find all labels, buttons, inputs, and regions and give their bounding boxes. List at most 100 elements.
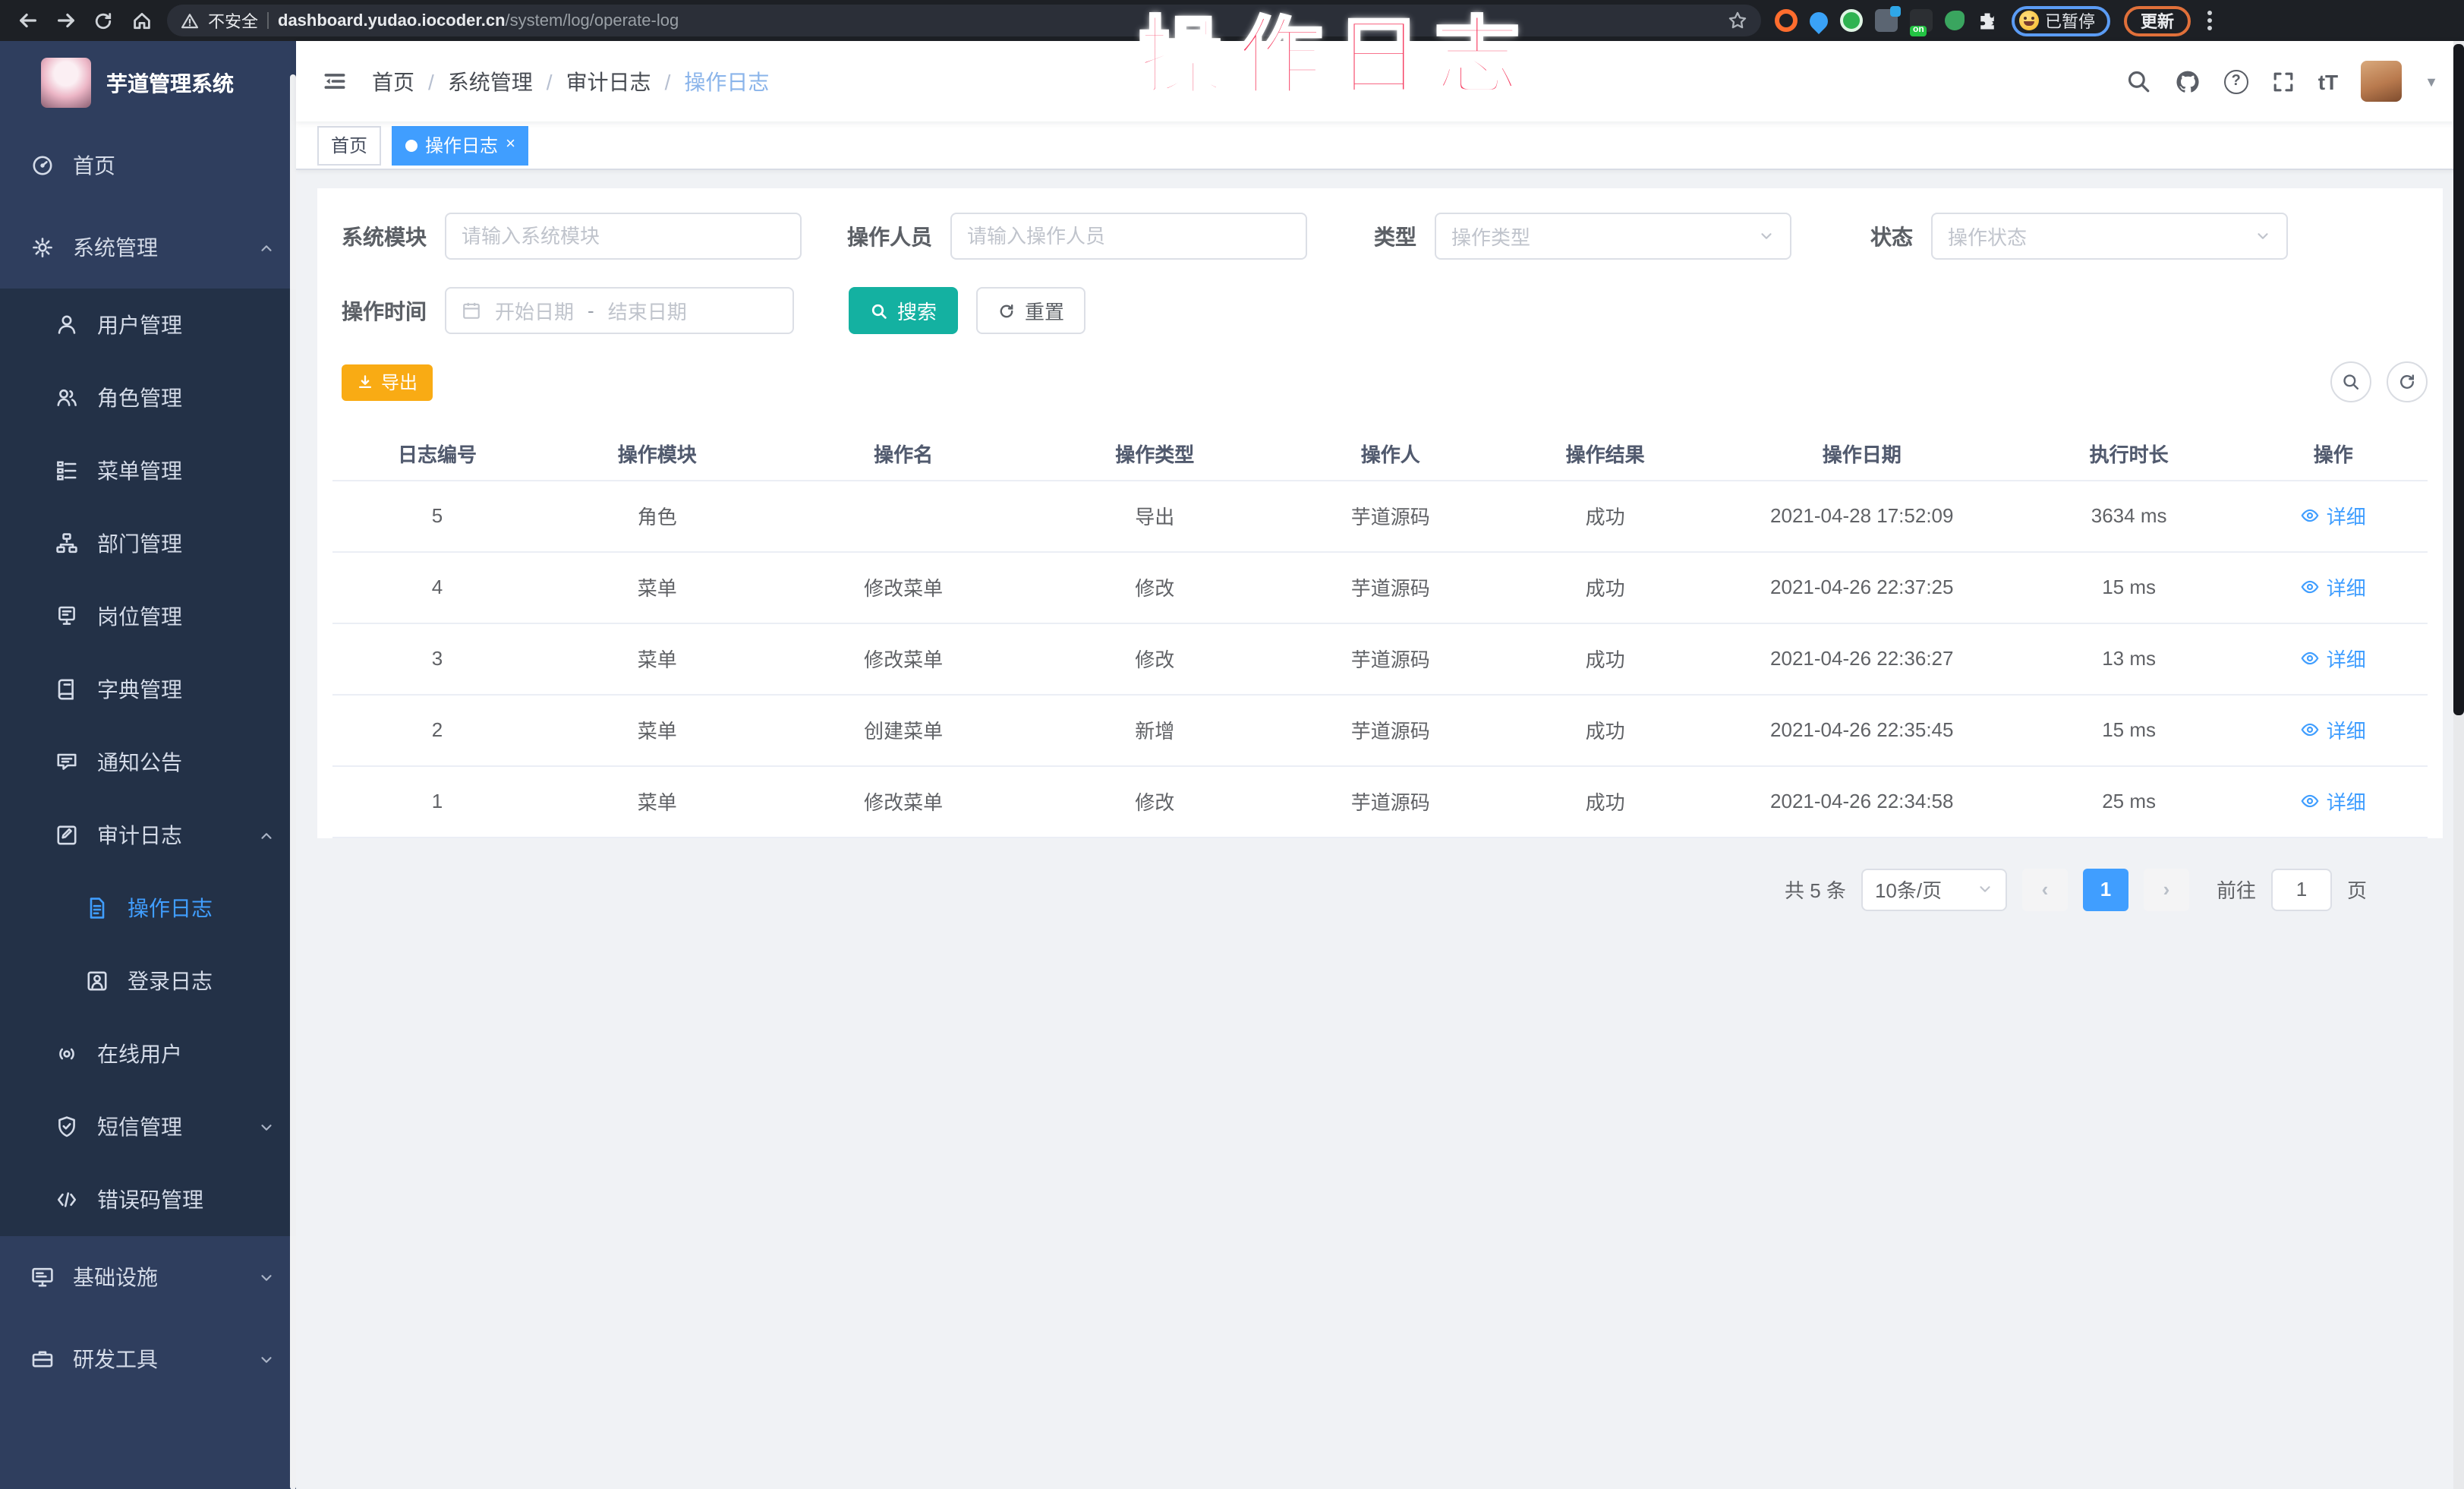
sidebar-item-dev-tools[interactable]: 研发工具	[0, 1318, 296, 1400]
operator-input[interactable]	[950, 213, 1307, 260]
detail-link[interactable]: 详细	[2301, 573, 2366, 601]
sidebar-item-infrastructure[interactable]: 基础设施	[0, 1236, 296, 1318]
col-type: 操作类型	[1035, 427, 1275, 480]
detail-link[interactable]: 详细	[2301, 787, 2366, 815]
search-icon[interactable]	[2125, 68, 2151, 94]
sidebar-item-role-management[interactable]: 角色管理	[0, 361, 296, 434]
cell-duration: 15 ms	[2019, 694, 2239, 765]
reset-button[interactable]: 重置	[976, 287, 1085, 334]
table-row: 1 菜单 修改菜单 修改 芋道源码 成功 2021-04-26 22:34:58…	[332, 765, 2428, 837]
cell-type: 新增	[1035, 694, 1275, 765]
caret-down-icon[interactable]: ▼	[2425, 74, 2438, 89]
col-log-id: 日志编号	[332, 427, 542, 480]
update-button[interactable]: 更新	[2124, 5, 2191, 36]
refresh-button[interactable]	[2387, 361, 2428, 402]
tag-operate-log[interactable]: 操作日志 ×	[392, 125, 529, 165]
cell-result: 成功	[1506, 765, 1705, 837]
back-icon[interactable]	[15, 8, 39, 33]
home-icon[interactable]	[129, 8, 153, 33]
browser-menu-icon[interactable]	[2204, 11, 2215, 30]
audit-log-icon	[55, 823, 79, 847]
sidebar-item-error-code-management[interactable]: 错误码管理	[0, 1163, 296, 1236]
sidebar-item-label: 审计日志	[97, 820, 182, 850]
operate-log-card: 系统模块 操作人员 类型 操作类型	[317, 188, 2443, 838]
close-icon[interactable]: ×	[506, 137, 515, 153]
sidebar-item-label: 菜单管理	[97, 456, 182, 486]
date-separator: -	[588, 299, 594, 322]
cell-result: 成功	[1506, 551, 1705, 623]
extension-green-icon[interactable]	[1840, 9, 1863, 32]
sidebar-item-user-management[interactable]: 用户管理	[0, 289, 296, 361]
page-unit-label: 页	[2347, 875, 2367, 904]
eye-icon	[2301, 791, 2321, 811]
module-input[interactable]	[445, 213, 802, 260]
scrollbar-thumb[interactable]	[2453, 44, 2464, 715]
sidebar-item-menu-management[interactable]: 菜单管理	[0, 434, 296, 507]
sidebar-item-operate-log[interactable]: 操作日志	[0, 872, 296, 945]
sidebar-item-home[interactable]: 首页	[0, 125, 296, 207]
extension-pin-icon[interactable]	[1806, 8, 1832, 33]
status-select[interactable]: 操作状态	[1931, 213, 2288, 260]
sidebar-item-label: 登录日志	[128, 966, 213, 996]
breadcrumb-system[interactable]: 系统管理	[448, 66, 533, 96]
chevron-up-icon	[258, 239, 275, 256]
sidebar-item-dept-management[interactable]: 部门管理	[0, 507, 296, 580]
sidebar-item-sms-management[interactable]: 短信管理	[0, 1090, 296, 1163]
next-page-button[interactable]: ›	[2144, 868, 2189, 910]
sidebar-item-post-management[interactable]: 岗位管理	[0, 580, 296, 653]
breadcrumb-home[interactable]: 首页	[372, 66, 414, 96]
sidebar-item-system-management[interactable]: 系统管理	[0, 207, 296, 289]
hamburger-icon[interactable]	[322, 68, 348, 94]
extension-on-badge: on	[1910, 26, 1927, 36]
export-button[interactable]: 导出	[342, 364, 433, 400]
forward-icon[interactable]	[53, 8, 77, 33]
detail-link[interactable]: 详细	[2301, 715, 2366, 744]
date-range-picker[interactable]: 开始日期 - 结束日期	[445, 287, 794, 334]
bookmark-star-icon[interactable]	[1728, 11, 1747, 30]
sidebar-item-online-users[interactable]: 在线用户	[0, 1017, 296, 1090]
sidebar-item-audit-log[interactable]: 审计日志	[0, 799, 296, 872]
sidebar-item-login-log[interactable]: 登录日志	[0, 945, 296, 1017]
page-size-select[interactable]: 10条/页	[1861, 868, 2007, 910]
sidebar-item-dict-management[interactable]: 字典管理	[0, 653, 296, 726]
extension-blue-gray-icon[interactable]	[1875, 9, 1898, 32]
breadcrumb-audit-log[interactable]: 审计日志	[566, 66, 651, 96]
goto-page-input[interactable]	[2271, 868, 2332, 910]
detail-link-label: 详细	[2327, 715, 2366, 744]
prev-page-button[interactable]: ‹	[2022, 868, 2068, 910]
chevron-up-icon	[258, 827, 275, 844]
github-icon[interactable]	[2174, 68, 2201, 95]
profile-paused-chip[interactable]: 已暂停	[2012, 5, 2110, 36]
filter-status: 状态 操作状态	[1870, 213, 2288, 260]
sidebar-item-notice[interactable]: 通知公告	[0, 726, 296, 799]
fullscreen-icon[interactable]	[2271, 69, 2295, 93]
type-select[interactable]: 操作类型	[1435, 213, 1791, 260]
sidebar-logo-row[interactable]: 芋道管理系统	[0, 41, 296, 125]
font-size-icon[interactable]: tT	[2318, 69, 2338, 93]
detail-link[interactable]: 详细	[2301, 501, 2366, 530]
sidebar-item-label: 部门管理	[97, 528, 182, 559]
cell-result: 成功	[1506, 480, 1705, 551]
page-size-label: 10条/页	[1875, 875, 1942, 904]
table-header-row: 日志编号 操作模块 操作名 操作类型 操作人 操作结果 操作日期 执行时长 操作	[332, 427, 2428, 480]
url-text: dashboard.yudao.iocoder.cn/system/log/op…	[278, 11, 679, 30]
help-icon[interactable]: ?	[2224, 69, 2248, 93]
detail-link[interactable]: 详细	[2301, 644, 2366, 673]
cell-date: 2021-04-26 22:36:27	[1705, 623, 2019, 694]
eye-icon	[2301, 577, 2321, 597]
tag-active-dot	[405, 139, 417, 151]
toggle-search-button[interactable]	[2330, 361, 2371, 402]
cell-duration: 25 ms	[2019, 765, 2239, 837]
sidebar-item-label: 角色管理	[97, 383, 182, 413]
filter-type: 类型 操作类型	[1374, 213, 1791, 260]
current-page-button[interactable]: 1	[2083, 868, 2128, 910]
reload-icon[interactable]	[91, 8, 115, 33]
app-title: 芋道管理系统	[106, 68, 234, 98]
extension-dark-icon[interactable]: on	[1910, 9, 1933, 32]
extensions-puzzle-icon[interactable]	[1977, 10, 1998, 31]
tag-home[interactable]: 首页	[317, 125, 381, 165]
extension-orange-icon[interactable]	[1775, 9, 1798, 32]
extension-leaf-icon[interactable]	[1945, 11, 1965, 30]
avatar[interactable]	[2361, 61, 2402, 102]
search-button[interactable]: 搜索	[849, 287, 958, 334]
